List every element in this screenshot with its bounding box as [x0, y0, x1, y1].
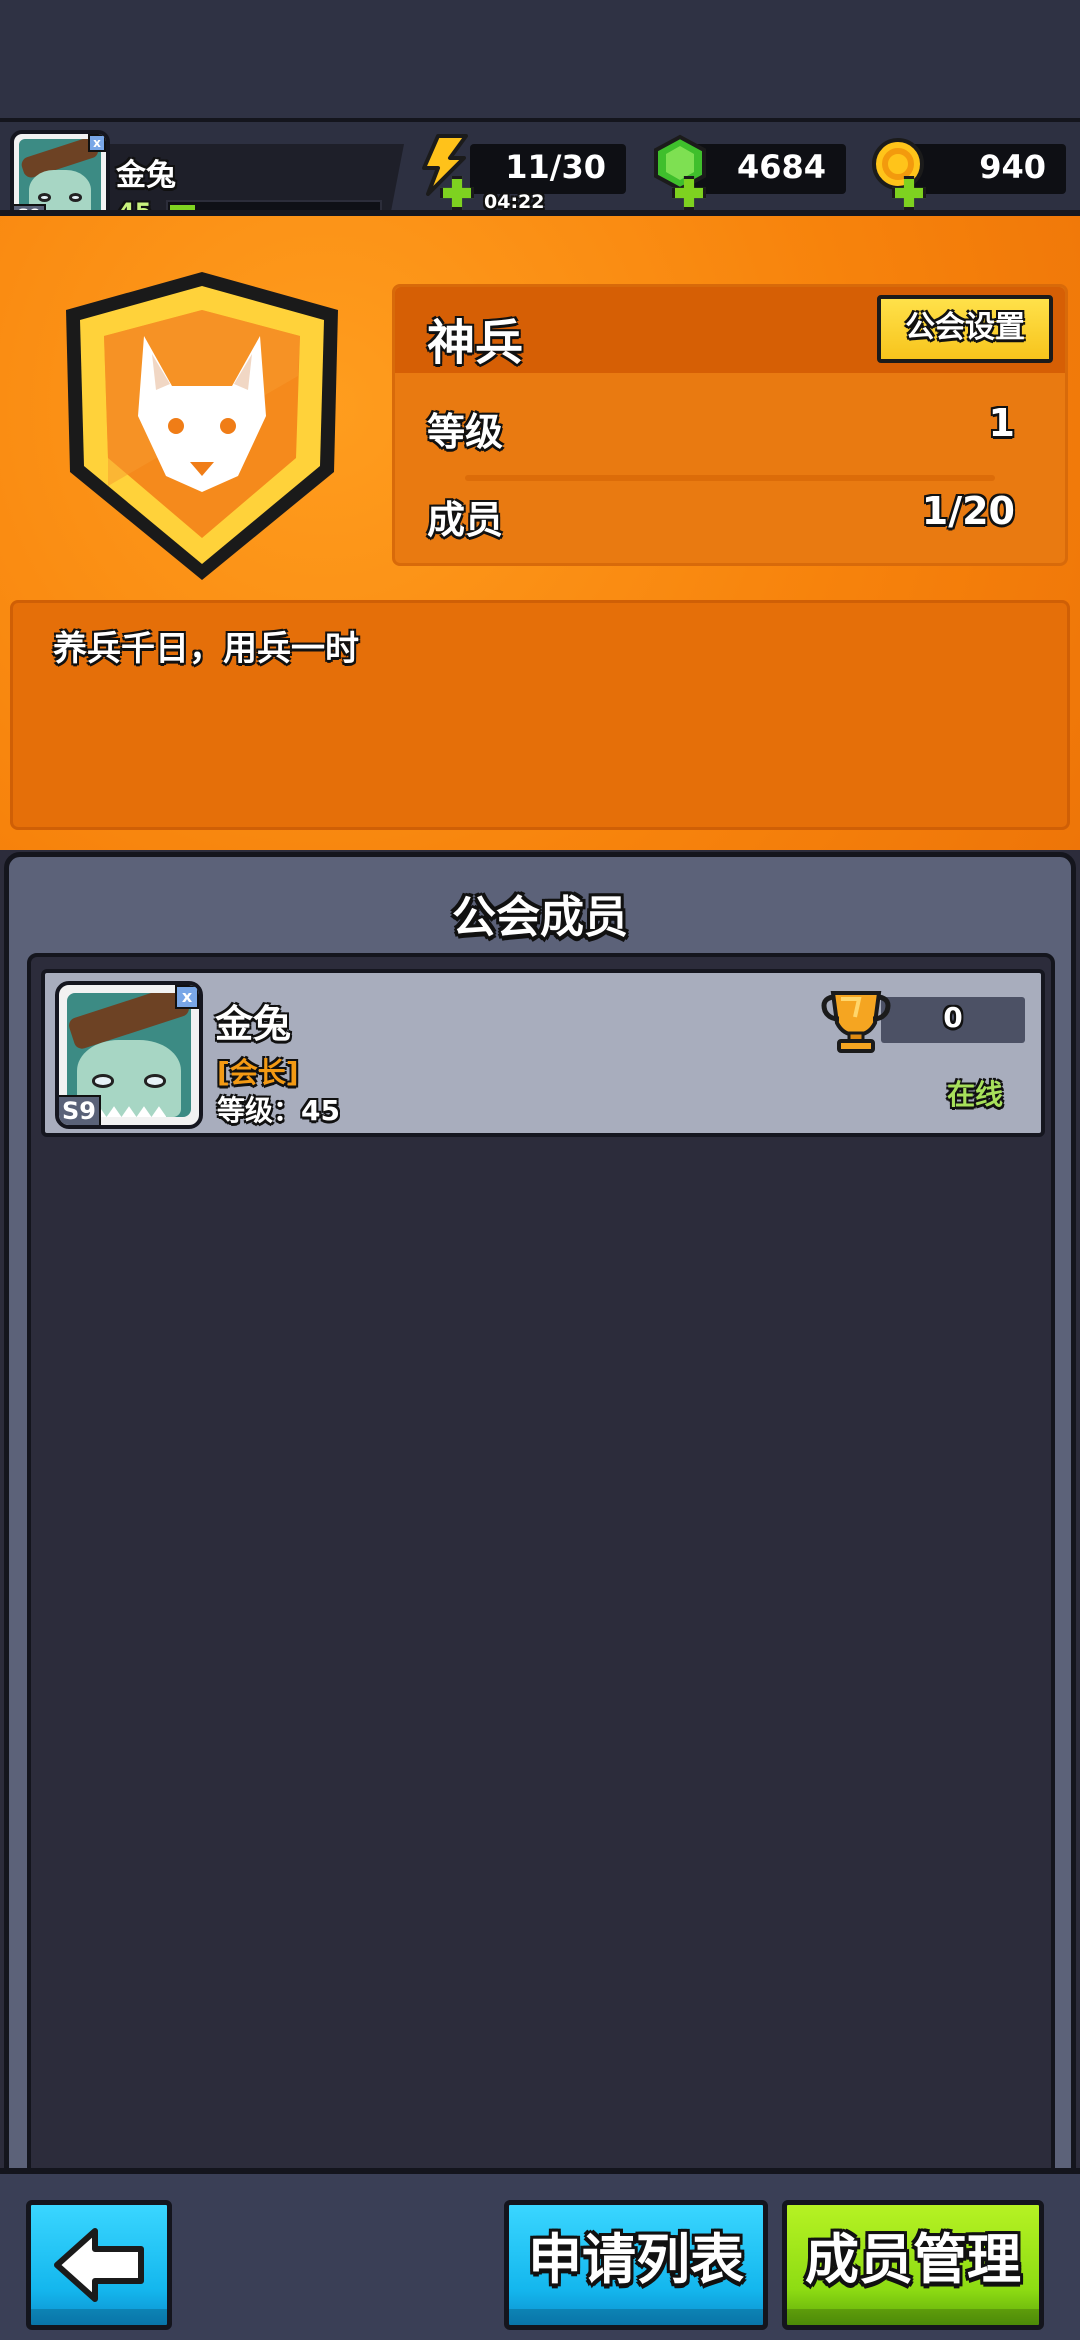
member-avatar[interactable]: S9 x [55, 981, 203, 1129]
guild-name: 神兵 [427, 315, 524, 371]
guild-level-value: 1 [988, 401, 1015, 445]
coins-box: 940 [906, 144, 1066, 194]
green-gem-icon[interactable] [652, 134, 708, 196]
trophy-count: 0 [943, 1001, 963, 1034]
members-list[interactable]: S9 x 金兔 [会长] 等级：45 0 在线 [27, 953, 1055, 2193]
gems-box: 4684 [694, 144, 846, 194]
left-arrow-icon [54, 2228, 144, 2302]
guild-banner: 神兵 公会设置 等级 1 成员 1/20 养兵千日，用兵一时 [0, 210, 1080, 850]
back-button[interactable] [26, 2200, 172, 2330]
member-manage-label: 成员管理 [805, 2228, 1021, 2291]
trophy-bar: 0 [881, 997, 1025, 1043]
member-corner-badge: x [175, 985, 199, 1009]
guild-motto-box: 养兵千日，用兵一时 [10, 600, 1070, 830]
bottom-bar: 申请列表 成员管理 [0, 2168, 1080, 2340]
avatar-corner-badge: x [88, 134, 106, 152]
gems-value: 4684 [736, 148, 826, 186]
info-divider [465, 475, 995, 481]
member-level: 等级：45 [217, 1094, 340, 1127]
member-role: [会长] [217, 1056, 299, 1089]
guild-name-row: 神兵 公会设置 [395, 287, 1065, 373]
trophy-icon [819, 987, 893, 1059]
guild-info-panel: 神兵 公会设置 等级 1 成员 1/20 [392, 284, 1068, 566]
members-panel: 公会成员 S9 x 金兔 [会长] 等级：45 0 在线 [4, 852, 1076, 2193]
guild-motto: 养兵千日，用兵一时 [53, 629, 359, 669]
members-title: 公会成员 [452, 892, 628, 943]
member-name: 金兔 [215, 1002, 292, 1046]
coins-value: 940 [979, 148, 1046, 186]
guild-members-label: 成员 [427, 498, 504, 542]
status-bar [0, 0, 1080, 118]
apply-list-button[interactable]: 申请列表 [504, 2200, 768, 2330]
energy-box: 11/30 [470, 144, 626, 194]
member-season-badge: S9 [59, 1095, 101, 1125]
member-status: 在线 [946, 1078, 1003, 1111]
guild-settings-button[interactable]: 公会设置 [877, 295, 1053, 363]
guild-members-value: 1/20 [921, 489, 1015, 533]
gold-coin-icon[interactable] [870, 136, 926, 196]
wolf-shield-emblem [52, 266, 352, 586]
member-manage-button[interactable]: 成员管理 [782, 2200, 1044, 2330]
energy-value: 11/30 [505, 148, 606, 186]
member-row[interactable]: S9 x 金兔 [会长] 等级：45 0 在线 [41, 969, 1045, 1137]
guild-level-label: 等级 [427, 410, 504, 454]
apply-list-label: 申请列表 [528, 2228, 744, 2291]
player-name: 金兔 [116, 158, 176, 193]
